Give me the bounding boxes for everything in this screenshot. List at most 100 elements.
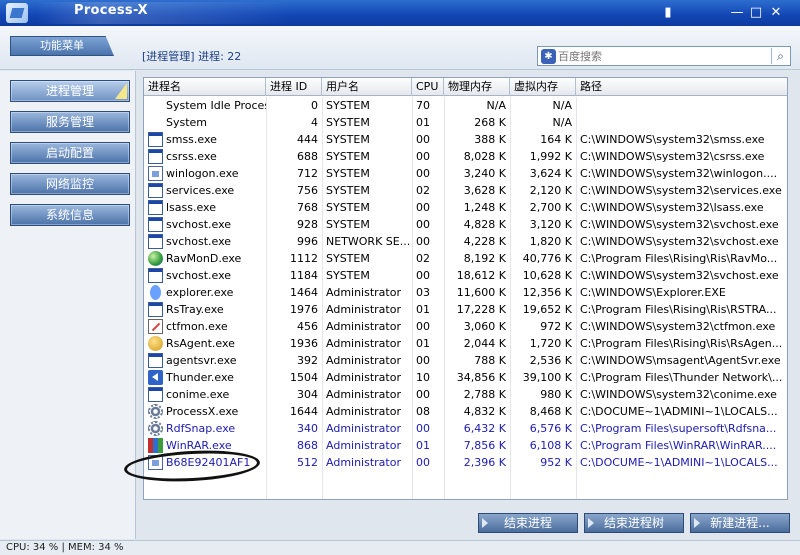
end-process-button[interactable]: 结束进程	[478, 513, 578, 533]
cell-user: SYSTEM	[326, 133, 370, 146]
cell-user: Administrator	[326, 320, 401, 333]
cell-pid: 996	[297, 235, 318, 248]
table-row[interactable]: RdfSnap.exe 340 Administrator 00 6,432 K 6,57…	[144, 420, 787, 437]
cell-pid: 444	[297, 133, 318, 146]
cell-path: C:\Program Files\Rising\Ris\RsAgen...	[580, 337, 783, 350]
process-icon	[148, 149, 163, 164]
app-icon	[6, 3, 28, 23]
baidu-icon: ✱	[541, 49, 556, 64]
cell-cpu: 00	[416, 422, 430, 435]
table-row[interactable]: svchost.exe 996 NETWORK SE... 00 4,228 K 1,82…	[144, 233, 787, 250]
cell-user: SYSTEM	[326, 252, 370, 265]
cell-user: Administrator	[326, 371, 401, 384]
sidebar-item-services[interactable]: 服务管理	[10, 111, 130, 133]
search-input[interactable]	[558, 49, 766, 64]
end-process-tree-button[interactable]: 结束进程树	[584, 513, 684, 533]
cell-vmem: 39,100 K	[522, 371, 572, 384]
cell-mem: 268 K	[474, 116, 506, 129]
cell-path	[580, 97, 787, 114]
cell-vmem: 40,776 K	[522, 252, 572, 265]
cell-user: SYSTEM	[326, 201, 370, 214]
table-row[interactable]: RsTray.exe 1976 Administrator 01 17,228 K 19,…	[144, 301, 787, 318]
function-menu-button[interactable]: 功能菜单	[10, 36, 114, 56]
table-row[interactable]: svchost.exe 1184 SYSTEM 00 18,612 K 10,628 K C…	[144, 267, 787, 284]
cell-pid: 0	[311, 99, 318, 112]
cell-cpu: 00	[416, 167, 430, 180]
table-row[interactable]: conime.exe 304 Administrator 00 2,788 K 980 K…	[144, 386, 787, 403]
cell-mem: 18,612 K	[456, 269, 506, 282]
table-row[interactable]: agentsvr.exe 392 Administrator 00 788 K 2,536…	[144, 352, 787, 369]
cell-mem: 1,248 K	[463, 201, 506, 214]
cell-name: System Idle Process	[166, 99, 266, 112]
new-process-button[interactable]: 新建进程...	[690, 513, 790, 533]
cell-name: lsass.exe	[166, 201, 216, 214]
table-row[interactable]: Thunder.exe 1504 Administrator 10 34,856 K 39…	[144, 369, 787, 386]
cell-cpu: 00	[416, 456, 430, 469]
cell-vmem: 1,992 K	[529, 150, 572, 163]
column-header-pid[interactable]: 进程 ID	[266, 78, 322, 96]
cell-mem: 2,396 K	[463, 456, 506, 469]
cell-pid: 868	[297, 439, 318, 452]
cell-path: C:\WINDOWS\system32\lsass.exe	[580, 201, 764, 214]
cell-user: SYSTEM	[326, 150, 370, 163]
pin-icon[interactable]: ▮	[660, 5, 676, 21]
table-row[interactable]: ProcessX.exe 1644 Administrator 08 4,832 K 8,…	[144, 403, 787, 420]
search-box[interactable]: ✱ ⌕	[537, 46, 791, 66]
cell-mem: 2,788 K	[463, 388, 506, 401]
minimize-button[interactable]: —	[729, 5, 745, 21]
cell-name: svchost.exe	[166, 269, 232, 282]
sidebar-item-network[interactable]: 网络监控	[10, 173, 130, 195]
cell-name: agentsvr.exe	[166, 354, 237, 367]
cell-pid: 392	[297, 354, 318, 367]
cell-cpu: 00	[416, 235, 430, 248]
table-row[interactable]: smss.exe 444 SYSTEM 00 388 K 164 K C:\WINDOWS\…	[144, 131, 787, 148]
table-row[interactable]: ctfmon.exe 456 Administrator 00 3,060 K 972 K…	[144, 318, 787, 335]
table-row[interactable]: csrss.exe 688 SYSTEM 00 8,028 K 1,992 K C:\WIN…	[144, 148, 787, 165]
process-icon	[148, 166, 163, 181]
cell-mem: 2,044 K	[463, 337, 506, 350]
cell-pid: 1644	[290, 405, 318, 418]
cell-user: SYSTEM	[326, 218, 370, 231]
cell-name: RavMonD.exe	[166, 252, 242, 265]
sidebar-item-process[interactable]: 进程管理	[10, 80, 130, 102]
cell-vmem: 6,108 K	[529, 439, 572, 452]
cell-vmem: 3,120 K	[529, 218, 572, 231]
cell-mem: 7,856 K	[463, 439, 506, 452]
process-icon	[148, 438, 163, 453]
cell-mem: 3,060 K	[463, 320, 506, 333]
cell-user: Administrator	[326, 286, 401, 299]
process-icon	[148, 132, 163, 147]
table-row[interactable]: System Idle Process 0 SYSTEM 70 N/A N/A	[144, 97, 787, 114]
cell-cpu: 00	[416, 354, 430, 367]
sidebar-item-sysinfo[interactable]: 系统信息	[10, 204, 130, 226]
table-row[interactable]: svchost.exe 928 SYSTEM 00 4,828 K 3,120 K C:\W…	[144, 216, 787, 233]
table-row[interactable]: services.exe 756 SYSTEM 02 3,628 K 2,120 K C:\…	[144, 182, 787, 199]
table-row[interactable]: System 4 SYSTEM 01 268 K N/A	[144, 114, 787, 131]
column-header-user[interactable]: 用户名	[322, 78, 412, 96]
table-row[interactable]: winlogon.exe 712 SYSTEM 00 3,240 K 3,624 K C:\…	[144, 165, 787, 182]
table-row[interactable]: explorer.exe 1464 Administrator 03 11,600 K 1…	[144, 284, 787, 301]
table-row[interactable]: RavMonD.exe 1112 SYSTEM 02 8,192 K 40,776 K C:…	[144, 250, 787, 267]
cell-name: services.exe	[166, 184, 235, 197]
cell-path: C:\WINDOWS\system32\csrss.exe	[580, 150, 765, 163]
column-header-mem[interactable]: 物理内存	[444, 78, 510, 96]
cell-user: Administrator	[326, 456, 401, 469]
column-header-vmem[interactable]: 虚拟内存	[510, 78, 576, 96]
column-header-name[interactable]: 进程名	[144, 78, 266, 96]
column-header-path[interactable]: 路径	[576, 78, 787, 96]
cell-name: smss.exe	[166, 133, 217, 146]
close-button[interactable]: ✕	[768, 5, 784, 21]
process-table[interactable]: 进程名 进程 ID 用户名 CPU 物理内存 虚拟内存 路径 System Id…	[143, 77, 788, 500]
cell-user: Administrator	[326, 439, 401, 452]
table-row[interactable]: WinRAR.exe 868 Administrator 01 7,856 K 6,108…	[144, 437, 787, 454]
cell-cpu: 00	[416, 320, 430, 333]
table-row[interactable]: lsass.exe 768 SYSTEM 00 1,248 K 2,700 K C:\WIN…	[144, 199, 787, 216]
cell-vmem: 10,628 K	[522, 269, 572, 282]
maximize-button[interactable]: □	[748, 5, 764, 21]
table-row[interactable]: RsAgent.exe 1936 Administrator 01 2,044 K 1,7…	[144, 335, 787, 352]
sidebar-item-startup[interactable]: 启动配置	[10, 142, 130, 164]
cell-path: C:\WINDOWS\system32\conime.exe	[580, 388, 777, 401]
cell-name: svchost.exe	[166, 235, 232, 248]
search-icon[interactable]: ⌕	[771, 48, 789, 64]
column-header-cpu[interactable]: CPU	[412, 78, 444, 96]
